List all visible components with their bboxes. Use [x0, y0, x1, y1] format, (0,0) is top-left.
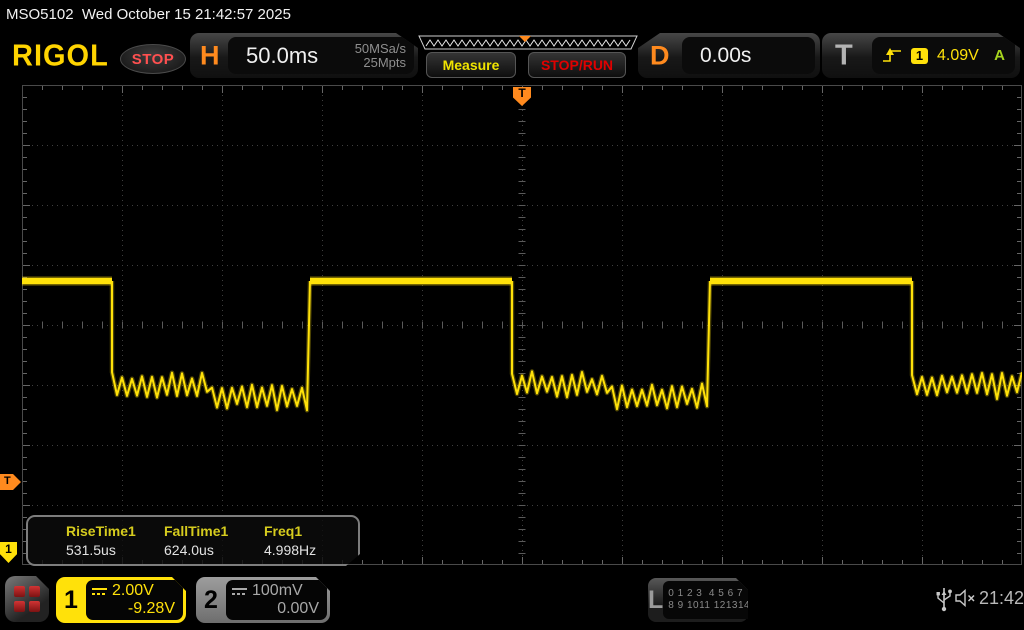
horizontal-label: H — [200, 40, 220, 71]
measurement-value: 624.0us — [164, 542, 214, 558]
rising-edge-icon — [882, 47, 902, 65]
dc-coupling-icon — [232, 587, 247, 596]
measurement-value: 531.5us — [66, 542, 116, 558]
trigger-level-letter: T — [4, 475, 11, 487]
dc-coupling-icon — [92, 587, 107, 596]
waveform-display — [22, 85, 1022, 565]
measure-button[interactable]: Measure — [426, 52, 516, 78]
speaker-muted-icon — [955, 589, 976, 607]
trigger-level-marker[interactable]: T — [0, 474, 21, 490]
run-state-badge: STOP — [120, 44, 186, 74]
channel2-scale: 100mV — [252, 582, 303, 600]
trigger-source-badge: 1 — [911, 48, 928, 64]
measurement-label: Freq1 — [264, 523, 302, 539]
channel2-offset: 0.00V — [232, 600, 319, 618]
clock: 21:42 — [979, 588, 1024, 609]
horizontal-settings-box[interactable]: H 50.0ms 50MSa/s 25Mpts — [190, 33, 418, 78]
usb-icon — [936, 586, 952, 612]
stop-run-button[interactable]: STOP/RUN — [528, 52, 626, 78]
channel1-scale: 2.00V — [112, 582, 154, 600]
trigger-box[interactable]: T 1 4.09V A — [822, 33, 1020, 78]
measurement-label: FallTime1 — [164, 523, 228, 539]
delay-box[interactable]: D 0.00s — [638, 33, 820, 78]
delay-label: D — [650, 40, 670, 71]
system-title: MSO5102 Wed October 15 21:42:57 2025 — [6, 6, 291, 23]
logic-row2: 8 9 1011 12131415 — [668, 600, 762, 612]
trigger-label: T — [835, 39, 853, 72]
channel1-number: 1 — [56, 577, 86, 623]
channel2-number: 2 — [196, 577, 226, 623]
channel1-badge[interactable]: 1 2.00V -9.28V — [56, 577, 186, 623]
channel1-marker-label: 1 — [5, 542, 12, 563]
sample-rate: 50MSa/s — [355, 42, 406, 56]
trigger-position-letter: T — [518, 87, 525, 106]
channel1-offset-marker[interactable]: 1 — [0, 542, 17, 563]
rigol-logo: RIGOL — [12, 39, 109, 74]
channel2-badge[interactable]: 2 100mV 0.00V — [196, 577, 330, 623]
logic-label: L — [648, 578, 663, 622]
memory-depth: 25Mpts — [355, 56, 406, 70]
trigger-sweep-mode: A — [994, 47, 1005, 64]
waveform-overview-strip[interactable] — [418, 35, 638, 51]
timebase-value: 50.0ms — [246, 43, 318, 69]
measurement-label: RiseTime1 — [66, 523, 136, 539]
trigger-level-value: 4.09V — [937, 47, 979, 65]
grid-icon-cells — [14, 586, 40, 612]
measurements-panel[interactable]: RiseTime1 531.5us FallTime1 624.0us Freq… — [26, 515, 360, 566]
windows-grid-icon[interactable] — [5, 576, 49, 622]
measurement-value: 4.998Hz — [264, 542, 316, 558]
overview-trigger-marker — [519, 36, 531, 42]
oscilloscope-screen: MSO5102 Wed October 15 21:42:57 2025 RIG… — [0, 0, 1024, 630]
run-state-label: STOP — [132, 51, 175, 68]
logic-row1: 0 1 2 3 4 5 6 7 — [668, 588, 762, 600]
logic-channels-badge[interactable]: L 0 1 2 3 4 5 6 7 8 9 1011 12131415 — [648, 578, 748, 622]
channel1-offset: -9.28V — [92, 600, 175, 618]
delay-value: 0.00s — [700, 44, 751, 68]
